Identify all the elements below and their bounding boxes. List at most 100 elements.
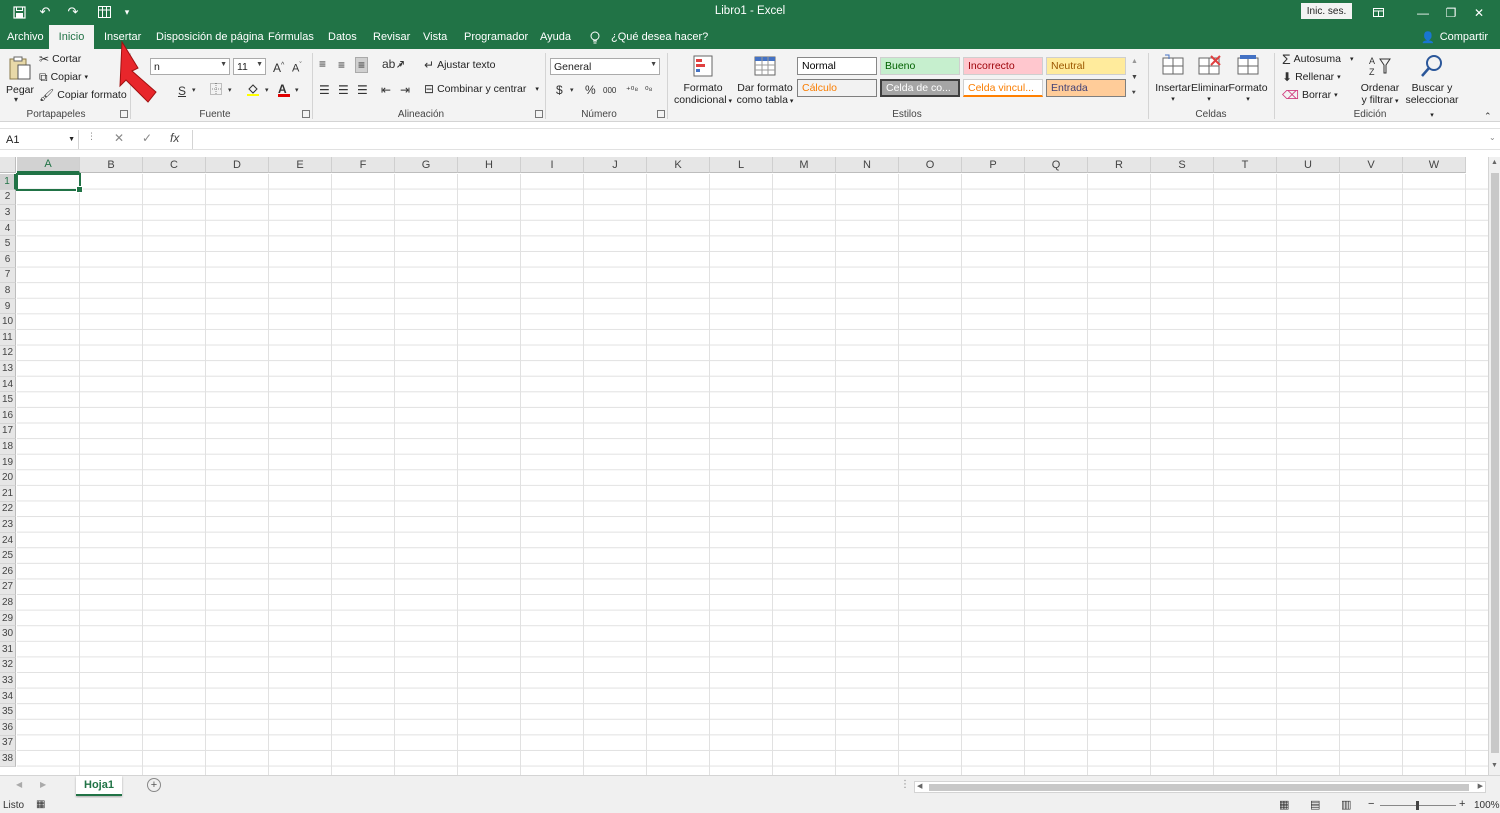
row-header-6[interactable]: 6: [0, 252, 16, 268]
scroll-left-icon[interactable]: ◀: [917, 782, 922, 790]
styles-scroll-up-icon[interactable]: ▲: [1131, 55, 1138, 69]
column-header-v[interactable]: V: [1340, 157, 1403, 173]
row-header-30[interactable]: 30: [0, 626, 16, 642]
row-header-35[interactable]: 35: [0, 704, 16, 720]
paste-dropdown-icon[interactable]: ▾: [14, 93, 18, 107]
borders-dropdown-icon[interactable]: ▾: [228, 84, 232, 98]
column-header-f[interactable]: F: [332, 157, 395, 173]
font-launcher-icon[interactable]: [302, 110, 310, 118]
scroll-up-icon[interactable]: ▲: [1491, 159, 1498, 166]
row-header-15[interactable]: 15: [0, 392, 16, 408]
row-header-26[interactable]: 26: [0, 564, 16, 580]
column-header-e[interactable]: E: [269, 157, 332, 173]
copy-button[interactable]: ⧉ Copiar ▾: [39, 71, 88, 83]
autosum-button[interactable]: Σ Autosuma ▾: [1282, 52, 1353, 66]
row-header-16[interactable]: 16: [0, 408, 16, 424]
ribbon-display-icon[interactable]: [1355, 0, 1401, 25]
column-header-t[interactable]: T: [1214, 157, 1277, 173]
row-header-23[interactable]: 23: [0, 517, 16, 533]
shrink-font-icon[interactable]: Aˇ: [292, 59, 302, 76]
align-left-icon[interactable]: ☰: [319, 83, 330, 97]
delete-cells-button[interactable]: Eliminar ▾: [1191, 53, 1229, 106]
row-header-31[interactable]: 31: [0, 642, 16, 658]
zoom-out-icon[interactable]: −: [1368, 798, 1374, 810]
row-header-24[interactable]: 24: [0, 532, 16, 549]
row-header-17[interactable]: 17: [0, 423, 16, 440]
increase-indent-icon[interactable]: ⇥: [400, 83, 410, 97]
row-header-11[interactable]: 11: [0, 330, 16, 346]
row-header-3[interactable]: 3: [0, 205, 16, 221]
row-header-4[interactable]: 4: [0, 220, 16, 237]
sheet-tab-hoja1[interactable]: Hoja1: [76, 776, 122, 796]
row-header-32[interactable]: 32: [0, 657, 16, 674]
currency-dropdown-icon[interactable]: ▾: [570, 84, 574, 98]
sort-filter-button[interactable]: AZ Ordenar y filtrar ▾: [1358, 53, 1402, 108]
percent-icon[interactable]: %: [585, 83, 596, 97]
row-header-9[interactable]: 9: [0, 298, 16, 315]
column-header-b[interactable]: B: [80, 157, 143, 173]
zoom-in-icon[interactable]: +: [1459, 798, 1465, 810]
row-header-29[interactable]: 29: [0, 610, 16, 627]
insert-cells-button[interactable]: Insertar ▾: [1155, 53, 1191, 106]
row-header-12[interactable]: 12: [0, 345, 16, 362]
tab-revisar[interactable]: Revisar: [373, 25, 410, 49]
next-sheet-icon[interactable]: ▶: [40, 780, 46, 789]
column-header-a[interactable]: A: [17, 157, 80, 173]
tab-datos[interactable]: Datos: [328, 25, 357, 49]
style-incorrecto[interactable]: Incorrecto: [963, 57, 1043, 75]
fill-color-icon[interactable]: [246, 82, 260, 99]
format-as-table-button[interactable]: Dar formato como tabla ▾: [735, 53, 795, 108]
cell-area[interactable]: [17, 174, 1488, 775]
macro-record-icon[interactable]: ▦: [36, 799, 45, 810]
style-entrada[interactable]: Entrada: [1046, 79, 1126, 97]
row-header-2[interactable]: 2: [0, 189, 16, 206]
font-size-combo[interactable]: 11 ▼: [233, 58, 266, 75]
row-header-36[interactable]: 36: [0, 720, 16, 736]
format-painter-button[interactable]: 🖌 Copiar formato: [39, 89, 127, 101]
cut-button[interactable]: ✂ Cortar: [39, 53, 81, 65]
tab-vista[interactable]: Vista: [423, 25, 447, 49]
row-header-22[interactable]: 22: [0, 501, 16, 518]
number-format-combo[interactable]: General ▼: [550, 58, 660, 75]
tab-archivo[interactable]: Archivo: [7, 25, 44, 49]
split-handle-icon[interactable]: ⋮: [900, 779, 910, 790]
row-header-10[interactable]: 10: [0, 314, 16, 330]
collapse-ribbon-icon[interactable]: ⌃: [1484, 109, 1492, 123]
tab-programador[interactable]: Programador: [464, 25, 528, 49]
formula-input[interactable]: [192, 130, 1487, 149]
enter-icon[interactable]: ✓: [142, 131, 152, 145]
tab-formulas[interactable]: Fórmulas: [268, 25, 314, 49]
decrease-indent-icon[interactable]: ⇤: [381, 83, 391, 97]
sign-in-button[interactable]: Inic. ses.: [1301, 3, 1352, 19]
wrap-text-button[interactable]: ↵ Ajustar texto: [424, 59, 495, 71]
scroll-down-icon[interactable]: ▼: [1491, 762, 1498, 769]
merge-center-button[interactable]: ⊟ Combinar y centrar ▾: [424, 83, 539, 95]
column-header-d[interactable]: D: [206, 157, 269, 173]
decrease-decimal-icon[interactable]: ⁰⁸: [645, 83, 652, 97]
row-header-28[interactable]: 28: [0, 595, 16, 611]
column-header-q[interactable]: Q: [1025, 157, 1088, 173]
prev-sheet-icon[interactable]: ◀: [16, 780, 22, 789]
column-header-i[interactable]: I: [521, 157, 584, 173]
row-header-25[interactable]: 25: [0, 548, 16, 564]
row-header-13[interactable]: 13: [0, 361, 16, 377]
row-header-38[interactable]: 38: [0, 751, 16, 767]
currency-icon[interactable]: $: [556, 83, 563, 97]
styles-more-icon[interactable]: ⯆: [1131, 87, 1137, 101]
column-header-k[interactable]: K: [647, 157, 710, 173]
zoom-level[interactable]: 100%: [1474, 800, 1500, 811]
page-break-view-icon[interactable]: ▥: [1341, 798, 1351, 811]
scroll-right-icon[interactable]: ▶: [1478, 782, 1483, 790]
horizontal-scroll-thumb[interactable]: [929, 784, 1469, 791]
row-header-27[interactable]: 27: [0, 579, 16, 596]
row-header-7[interactable]: 7: [0, 267, 16, 284]
column-header-n[interactable]: N: [836, 157, 899, 173]
column-header-h[interactable]: H: [458, 157, 521, 173]
page-layout-view-icon[interactable]: ▤: [1310, 798, 1320, 811]
conditional-format-button[interactable]: Formato condicional ▾: [672, 53, 734, 108]
thousands-icon[interactable]: 000: [603, 84, 616, 98]
align-center-icon[interactable]: ☰: [338, 83, 349, 97]
share-button[interactable]: 👤 Compartir: [1421, 25, 1488, 49]
column-header-u[interactable]: U: [1277, 157, 1340, 173]
fill-dropdown-icon[interactable]: ▾: [265, 84, 269, 98]
